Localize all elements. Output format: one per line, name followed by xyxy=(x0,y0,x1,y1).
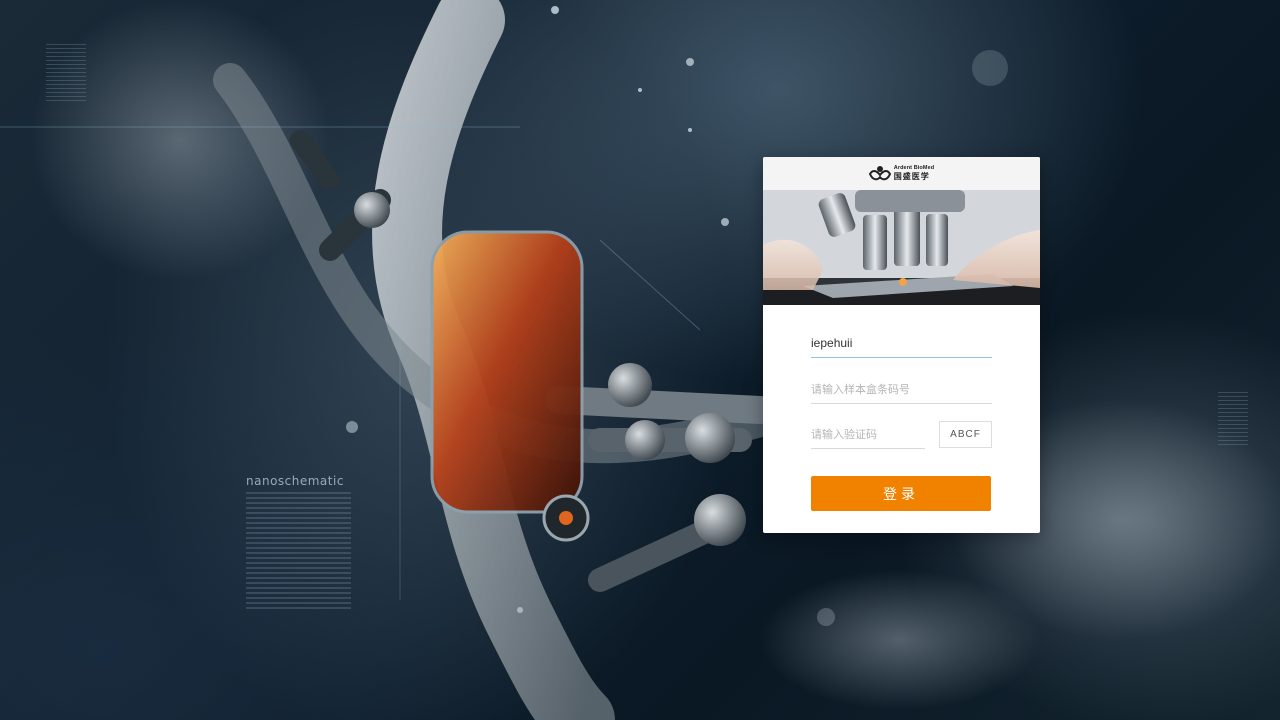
logo: Ardent BioMed 国盛医学 xyxy=(868,165,934,183)
hud-text-block xyxy=(1218,392,1248,447)
username-input[interactable] xyxy=(811,331,992,355)
captcha-field xyxy=(811,422,925,449)
login-card: Ardent BioMed 国盛医学 iepehuii 请输入样本盒条码号 请输… xyxy=(763,157,1040,533)
microscope-banner-image xyxy=(763,190,1040,305)
card-header: Ardent BioMed 国盛医学 xyxy=(763,157,1040,190)
username-field xyxy=(811,331,992,358)
sample-code-field xyxy=(811,377,992,404)
captcha-input[interactable] xyxy=(811,422,925,446)
hud-text-block xyxy=(46,44,86,104)
captcha-image[interactable]: ABCF xyxy=(939,421,992,448)
login-form: ABCF 登录 xyxy=(763,331,1040,511)
microscope-photo xyxy=(763,190,1040,305)
hud-text-block xyxy=(246,492,351,612)
sample-code-input[interactable] xyxy=(811,377,992,401)
logo-name-cn: 国盛医学 xyxy=(893,171,930,181)
dna-helix-background xyxy=(0,0,1280,720)
logo-text: Ardent BioMed 国盛医学 xyxy=(894,166,934,181)
login-button[interactable]: 登录 xyxy=(811,476,991,511)
captcha-row: ABCF xyxy=(811,421,992,449)
ardent-biomed-logo-icon xyxy=(868,165,891,180)
login-page: nanoschematic Ardent BioMed 国盛医学 iepehui… xyxy=(0,0,1280,720)
hud-label: nanoschematic xyxy=(246,474,344,488)
logo-name-en: Ardent BioMed xyxy=(893,165,935,172)
